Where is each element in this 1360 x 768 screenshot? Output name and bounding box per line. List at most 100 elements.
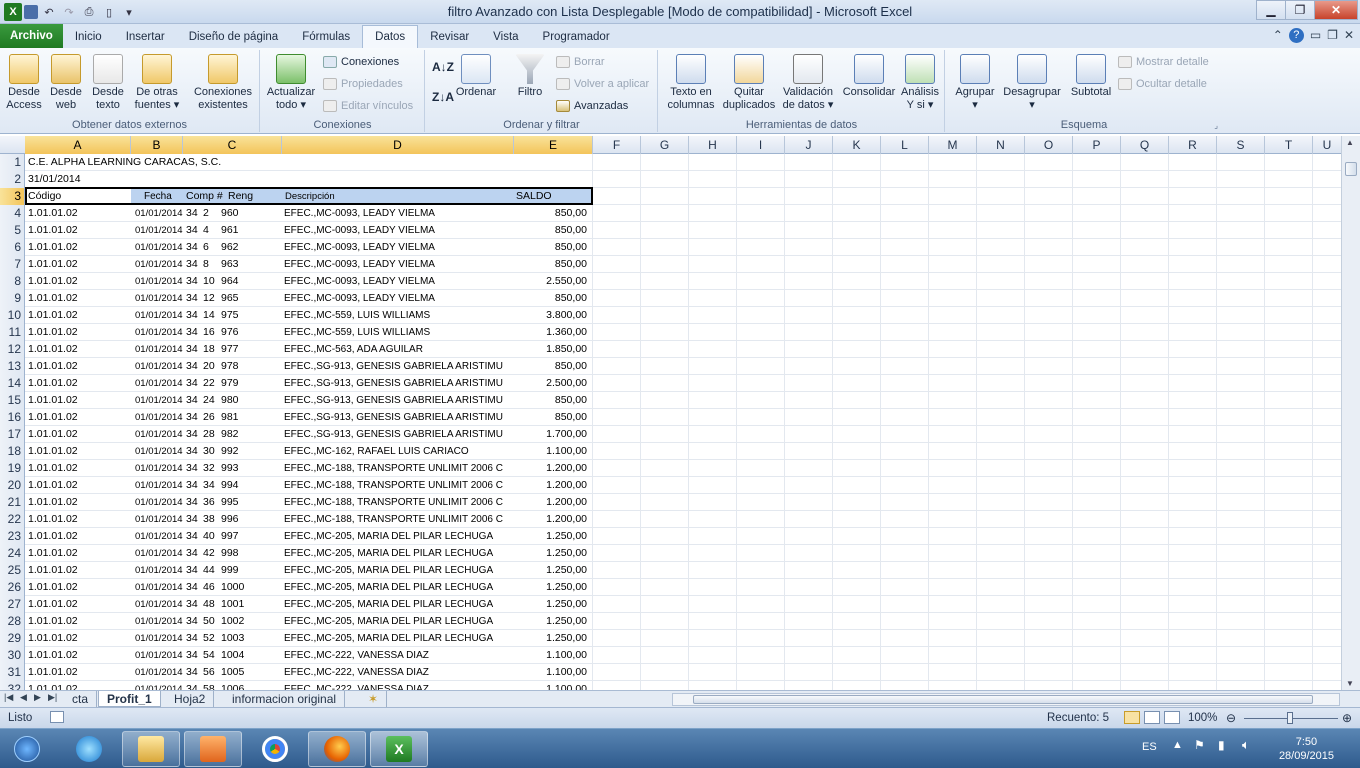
taskbar-ie[interactable] bbox=[60, 731, 118, 767]
cell-descripcion[interactable]: EFEC.,SG-913, GENESIS GABRIELA ARISTIMU bbox=[284, 392, 503, 409]
cell-comp[interactable]: 34 bbox=[186, 256, 198, 273]
doc-close-icon[interactable]: ✕ bbox=[1344, 28, 1354, 43]
cell-saldo[interactable]: 850,00 bbox=[514, 256, 587, 273]
cell-codigo[interactable]: 1.01.01.02 bbox=[28, 630, 78, 647]
row-header[interactable]: 15 bbox=[0, 392, 25, 409]
row-header[interactable]: 11 bbox=[0, 324, 25, 341]
row-header[interactable]: 19 bbox=[0, 460, 25, 477]
cell-fecha[interactable]: 01/01/2014 bbox=[135, 545, 183, 562]
row-header[interactable]: 23 bbox=[0, 528, 25, 545]
cell-comp-num[interactable]: 14 bbox=[203, 307, 215, 324]
cell-reng[interactable]: 976 bbox=[221, 324, 239, 341]
cell-comp[interactable]: 34 bbox=[186, 341, 198, 358]
cell-comp-num[interactable]: 24 bbox=[203, 392, 215, 409]
zoom-level[interactable]: 100% bbox=[1188, 712, 1217, 724]
cell-saldo[interactable]: 1.200,00 bbox=[514, 494, 587, 511]
cell-codigo[interactable]: 1.01.01.02 bbox=[28, 613, 78, 630]
row-header[interactable]: 5 bbox=[0, 222, 25, 239]
quitar-duplicados-button[interactable]: Quitar duplicados bbox=[721, 52, 777, 112]
cell-comp[interactable]: 34 bbox=[186, 290, 198, 307]
cell-reng[interactable]: 982 bbox=[221, 426, 239, 443]
cell-descripcion[interactable]: EFEC.,MC-162, RAFAEL LUIS CARIACO bbox=[284, 443, 469, 460]
cell-comp[interactable]: 34 bbox=[186, 392, 198, 409]
language-indicator[interactable]: ES bbox=[1142, 741, 1157, 753]
cell-comp[interactable]: 34 bbox=[186, 324, 198, 341]
zoom-out-icon[interactable]: ⊖ bbox=[1226, 711, 1236, 725]
cell-descripcion[interactable]: EFEC.,MC-205, MARIA DEL PILAR LECHUGA bbox=[284, 613, 493, 630]
cell-reng[interactable]: 980 bbox=[221, 392, 239, 409]
sheet-tab-hoja2[interactable]: Hoja2 bbox=[166, 691, 215, 707]
col-header-p[interactable]: P bbox=[1073, 136, 1121, 154]
page-break-view-icon[interactable] bbox=[1164, 711, 1180, 724]
macro-record-icon[interactable] bbox=[50, 711, 64, 723]
tab-formulas[interactable]: Fórmulas bbox=[290, 26, 362, 48]
taskbar-clock[interactable]: 7:50 28/09/2015 bbox=[1279, 735, 1334, 763]
cell-codigo[interactable]: 1.01.01.02 bbox=[28, 596, 78, 613]
cell-reng[interactable]: 1004 bbox=[221, 647, 244, 664]
cell-comp-num[interactable]: 42 bbox=[203, 545, 215, 562]
close-button[interactable]: ✕ bbox=[1314, 0, 1358, 20]
cell-codigo[interactable]: 1.01.01.02 bbox=[28, 392, 78, 409]
header-saldo[interactable]: SALDO bbox=[516, 188, 552, 205]
row-header[interactable]: 31 bbox=[0, 664, 25, 681]
cell-reng[interactable]: 999 bbox=[221, 562, 239, 579]
borrar-button[interactable]: Borrar bbox=[556, 56, 605, 68]
row-header[interactable]: 3 bbox=[0, 188, 25, 205]
col-header-b[interactable]: B bbox=[131, 136, 183, 154]
cell-comp-num[interactable]: 56 bbox=[203, 664, 215, 681]
cell-reng[interactable]: 1001 bbox=[221, 596, 244, 613]
first-sheet-icon[interactable]: |◀ bbox=[4, 692, 13, 703]
cell-fecha[interactable]: 01/01/2014 bbox=[135, 443, 183, 460]
cell-fecha[interactable]: 01/01/2014 bbox=[135, 511, 183, 528]
cell-comp[interactable]: 34 bbox=[186, 273, 198, 290]
cell-reng[interactable]: 1002 bbox=[221, 613, 244, 630]
cell-descripcion[interactable]: EFEC.,MC-222, VANESSA DIAZ bbox=[284, 664, 429, 681]
cell-saldo[interactable]: 1.250,00 bbox=[514, 579, 587, 596]
cell-fecha[interactable]: 01/01/2014 bbox=[135, 630, 183, 647]
cell-fecha[interactable]: 01/01/2014 bbox=[135, 409, 183, 426]
cell-reng[interactable]: 979 bbox=[221, 375, 239, 392]
cell-reng[interactable]: 962 bbox=[221, 239, 239, 256]
cell-descripcion[interactable]: EFEC.,MC-188, TRANSPORTE UNLIMIT 2006 C bbox=[284, 511, 503, 528]
cell-descripcion[interactable]: EFEC.,MC-205, MARIA DEL PILAR LECHUGA bbox=[284, 545, 493, 562]
cell-fecha[interactable]: 01/01/2014 bbox=[135, 273, 183, 290]
cell-comp-num[interactable]: 18 bbox=[203, 341, 215, 358]
cell-comp-num[interactable]: 44 bbox=[203, 562, 215, 579]
tab-vista[interactable]: Vista bbox=[481, 26, 530, 48]
taskbar-explorer[interactable] bbox=[122, 731, 180, 767]
cell-fecha[interactable]: 01/01/2014 bbox=[135, 358, 183, 375]
row-header[interactable]: 14 bbox=[0, 375, 25, 392]
cell-codigo[interactable]: 1.01.01.02 bbox=[28, 443, 78, 460]
avanzadas-button[interactable]: Avanzadas bbox=[556, 100, 628, 112]
doc-restore-icon[interactable]: ❐ bbox=[1327, 28, 1338, 43]
cell-saldo[interactable]: 850,00 bbox=[514, 290, 587, 307]
cell-descripcion[interactable]: EFEC.,MC-559, LUIS WILLIAMS bbox=[284, 324, 430, 341]
cell-codigo[interactable]: 1.01.01.02 bbox=[28, 460, 78, 477]
scroll-down-icon[interactable]: ▼ bbox=[1346, 679, 1354, 688]
cell-reng[interactable]: 997 bbox=[221, 528, 239, 545]
cell-saldo[interactable]: 1.250,00 bbox=[514, 528, 587, 545]
cell-codigo[interactable]: 1.01.01.02 bbox=[28, 511, 78, 528]
cell-saldo[interactable]: 1.100,00 bbox=[514, 664, 587, 681]
analisis-y-si-button[interactable]: Análisis Y si ▾ bbox=[899, 52, 941, 112]
cell-reng[interactable]: 993 bbox=[221, 460, 239, 477]
cell-comp[interactable]: 34 bbox=[186, 222, 198, 239]
cell-comp-num[interactable]: 12 bbox=[203, 290, 215, 307]
cell-fecha[interactable]: 01/01/2014 bbox=[135, 613, 183, 630]
cell-comp[interactable]: 34 bbox=[186, 375, 198, 392]
sheet-tab-informacion-original[interactable]: informacion original bbox=[224, 691, 346, 707]
cell-fecha[interactable]: 01/01/2014 bbox=[135, 647, 183, 664]
cell-reng[interactable]: 1005 bbox=[221, 664, 244, 681]
cell-codigo[interactable]: 1.01.01.02 bbox=[28, 579, 78, 596]
col-header-q[interactable]: Q bbox=[1121, 136, 1169, 154]
cell-fecha[interactable]: 01/01/2014 bbox=[135, 460, 183, 477]
cell-saldo[interactable]: 850,00 bbox=[514, 358, 587, 375]
vertical-scroll-thumb[interactable] bbox=[1345, 162, 1357, 176]
cell-fecha[interactable]: 01/01/2014 bbox=[135, 681, 183, 690]
cell-comp[interactable]: 34 bbox=[186, 681, 198, 690]
cell-fecha[interactable]: 01/01/2014 bbox=[135, 579, 183, 596]
cell-comp-num[interactable]: 54 bbox=[203, 647, 215, 664]
row-header[interactable]: 9 bbox=[0, 290, 25, 307]
cell-reng[interactable]: 965 bbox=[221, 290, 239, 307]
cell-descripcion[interactable]: EFEC.,MC-0093, LEADY VIELMA bbox=[284, 273, 435, 290]
